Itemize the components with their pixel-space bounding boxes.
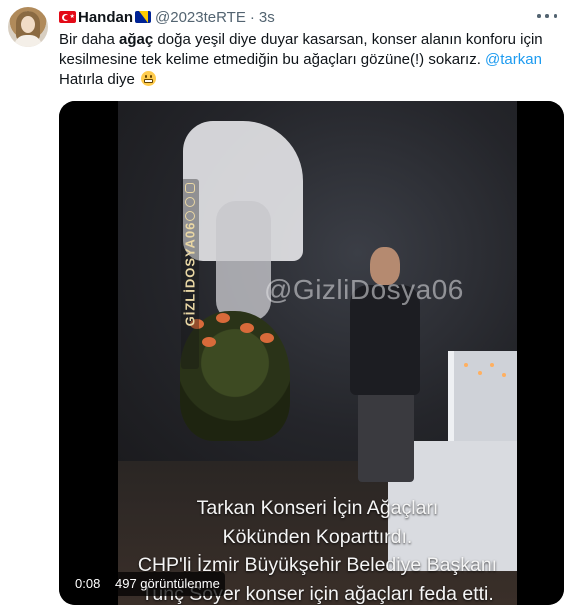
bosnia-flag-icon xyxy=(135,11,152,23)
more-icon[interactable] xyxy=(537,8,557,24)
tweet-text: Bir daha ağaç doğa yeşil diye duyar kasa… xyxy=(59,30,559,90)
tweet-text-bold: ağaç xyxy=(119,31,154,48)
tweet-text-line3: Hatırla diye xyxy=(59,71,135,88)
avatar-face xyxy=(21,16,35,33)
user-handle[interactable]: @2023teRTE xyxy=(155,9,246,26)
display-name[interactable]: Handan xyxy=(78,9,133,26)
scene-person-left-arm xyxy=(216,201,271,321)
avatar[interactable] xyxy=(8,7,48,47)
tweet[interactable]: ★ Handan @2023teRTE · 3s Bir daha ağaç d… xyxy=(0,0,571,605)
separator-dot: · xyxy=(249,8,255,26)
watermark-vertical-text: GİZLİDOSYA06 xyxy=(182,221,198,327)
video-views-badge: 497 görüntülenme xyxy=(110,572,225,596)
twitter-icon xyxy=(185,211,195,221)
turkey-flag-icon: ★ xyxy=(59,11,76,23)
tweet-header: ★ Handan @2023teRTE · 3s xyxy=(59,7,275,27)
tweet-text-part1: Bir daha xyxy=(59,31,120,48)
watermark-center: @GizliDosya06 xyxy=(264,274,464,305)
scene-building-back xyxy=(448,351,517,441)
video-frame[interactable]: GİZLİDOSYA06 @GizliDosya06 Tarkan Konser… xyxy=(118,101,517,605)
video-letterbox-right xyxy=(517,101,564,605)
grinning-face-emoji-icon xyxy=(141,71,157,86)
caption-line: Kökünden Koparttırdı. xyxy=(222,525,413,548)
video-player[interactable]: GİZLİDOSYA06 @GizliDosya06 Tarkan Konser… xyxy=(59,101,564,605)
video-letterbox-left xyxy=(59,101,118,605)
instagram-icon xyxy=(185,183,195,193)
watermark-vertical: GİZLİDOSYA06 xyxy=(181,179,199,369)
facebook-icon xyxy=(185,197,195,207)
video-duration-badge: 0:08 xyxy=(70,572,106,596)
mention-link[interactable]: @tarkan xyxy=(485,51,542,68)
caption-line: Tarkan Konseri İçin Ağaçları xyxy=(196,497,439,519)
tweet-timestamp[interactable]: 3s xyxy=(259,9,275,26)
